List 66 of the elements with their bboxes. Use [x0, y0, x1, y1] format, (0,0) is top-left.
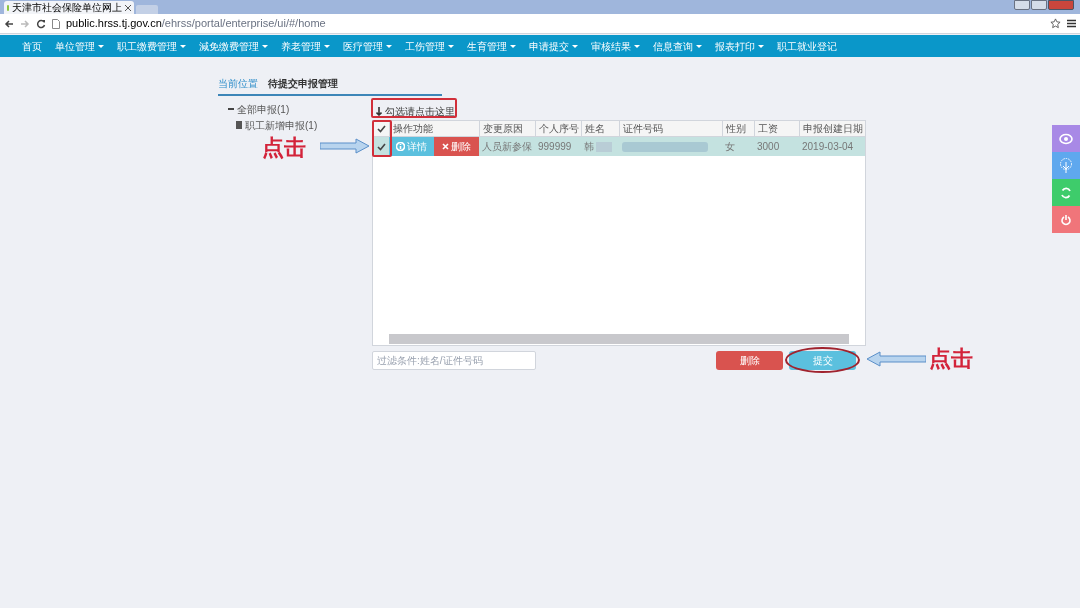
- nav-menu-item[interactable]: 工伤管理: [405, 38, 454, 54]
- column-header[interactable]: 证件号码: [619, 121, 722, 136]
- star-icon[interactable]: [1050, 18, 1061, 29]
- maximize-button[interactable]: [1031, 0, 1047, 10]
- nav-menu-item[interactable]: 单位管理: [55, 38, 104, 54]
- delete-button[interactable]: 删除: [716, 351, 783, 370]
- column-header[interactable]: 操作功能: [389, 121, 479, 136]
- tree-icon: [1059, 157, 1073, 174]
- cross-icon: [442, 143, 449, 150]
- reload-icon[interactable]: [36, 18, 46, 29]
- breadcrumb-label: 当前位置: [218, 77, 258, 91]
- tree-item[interactable]: 职工新增申报(1): [245, 117, 318, 133]
- horizontal-scrollbar[interactable]: [389, 334, 849, 344]
- menu-icon[interactable]: [1067, 19, 1076, 28]
- column-header[interactable]: 姓名: [581, 121, 619, 136]
- column-header[interactable]: 性别: [722, 121, 754, 136]
- details-button[interactable]: 详情: [389, 137, 434, 156]
- nav-menu-item[interactable]: 职工就业登记: [777, 38, 837, 54]
- close-icon[interactable]: [125, 4, 131, 11]
- side-tool-button[interactable]: [1052, 125, 1080, 152]
- callout-text: 点击: [929, 348, 973, 370]
- nav-menu-item[interactable]: 养老管理: [281, 38, 330, 54]
- nav-menu-item[interactable]: 医疗管理: [343, 38, 392, 54]
- nav-menu-item[interactable]: 审核结果: [591, 38, 640, 54]
- arrow-right: [320, 138, 370, 154]
- nav-menu-item[interactable]: 首页: [22, 38, 42, 54]
- nav-menu-item[interactable]: 減免缴费管理: [199, 38, 268, 54]
- table-cell-text: 2019-03-04: [802, 140, 854, 154]
- delete-button[interactable]: 删除: [434, 137, 479, 156]
- filter-input[interactable]: 过滤条件:姓名/证件号码: [372, 351, 536, 370]
- forward-icon[interactable]: [20, 18, 30, 29]
- tab-title: 天津市社会保险单位网上: [12, 2, 122, 13]
- document-icon: [236, 121, 242, 129]
- column-header[interactable]: 申报创建日期: [799, 121, 865, 136]
- table-cell-text: 女: [725, 140, 735, 154]
- breadcrumb-current: 待提交申报管理: [268, 77, 338, 91]
- browser-tab[interactable]: 天津市社会保险单位网上: [4, 1, 134, 14]
- down-arrow-icon: [376, 106, 382, 116]
- nav-menu-item[interactable]: 职工缴费管理: [117, 38, 186, 54]
- column-header[interactable]: 工资: [754, 121, 799, 136]
- side-tool-button[interactable]: [1052, 206, 1080, 233]
- power-icon: [1060, 213, 1072, 226]
- nav-menu-item[interactable]: 申请提交: [529, 38, 578, 54]
- column-header[interactable]: 个人序号: [535, 121, 581, 136]
- column-header[interactable]: 变更原因: [479, 121, 535, 136]
- nav-menu-item[interactable]: 生育管理: [467, 38, 516, 54]
- nav-menu-item[interactable]: 信息查询: [653, 38, 702, 54]
- side-tool-button[interactable]: [1052, 179, 1080, 206]
- table-cell-text: 人员新参保: [482, 140, 532, 154]
- select-hint-button[interactable]: 勾选请点击这里: [372, 102, 459, 120]
- minimize-button[interactable]: [1014, 0, 1030, 10]
- submit-button[interactable]: 提交: [789, 351, 856, 370]
- tree-item[interactable]: 全部申报(1): [237, 101, 290, 117]
- highlight-frame: [372, 120, 392, 157]
- callout-text: 点击: [262, 137, 306, 159]
- checkbox[interactable]: [376, 142, 386, 151]
- back-icon[interactable]: [4, 18, 14, 29]
- table-row[interactable]: 详情 删除 人员新参保 999999 韩 女 3000 2019-03-04: [373, 137, 865, 156]
- nav-menu-item[interactable]: 报表打印: [715, 38, 764, 54]
- table-cell-text: 韩: [584, 140, 594, 154]
- info-icon: [396, 142, 405, 151]
- table-cell-text: 3000: [757, 140, 780, 154]
- table-cell-text: 999999: [538, 140, 572, 154]
- arrow-left: [866, 351, 926, 367]
- checkbox[interactable]: [376, 124, 386, 133]
- refresh-icon: [1060, 186, 1072, 199]
